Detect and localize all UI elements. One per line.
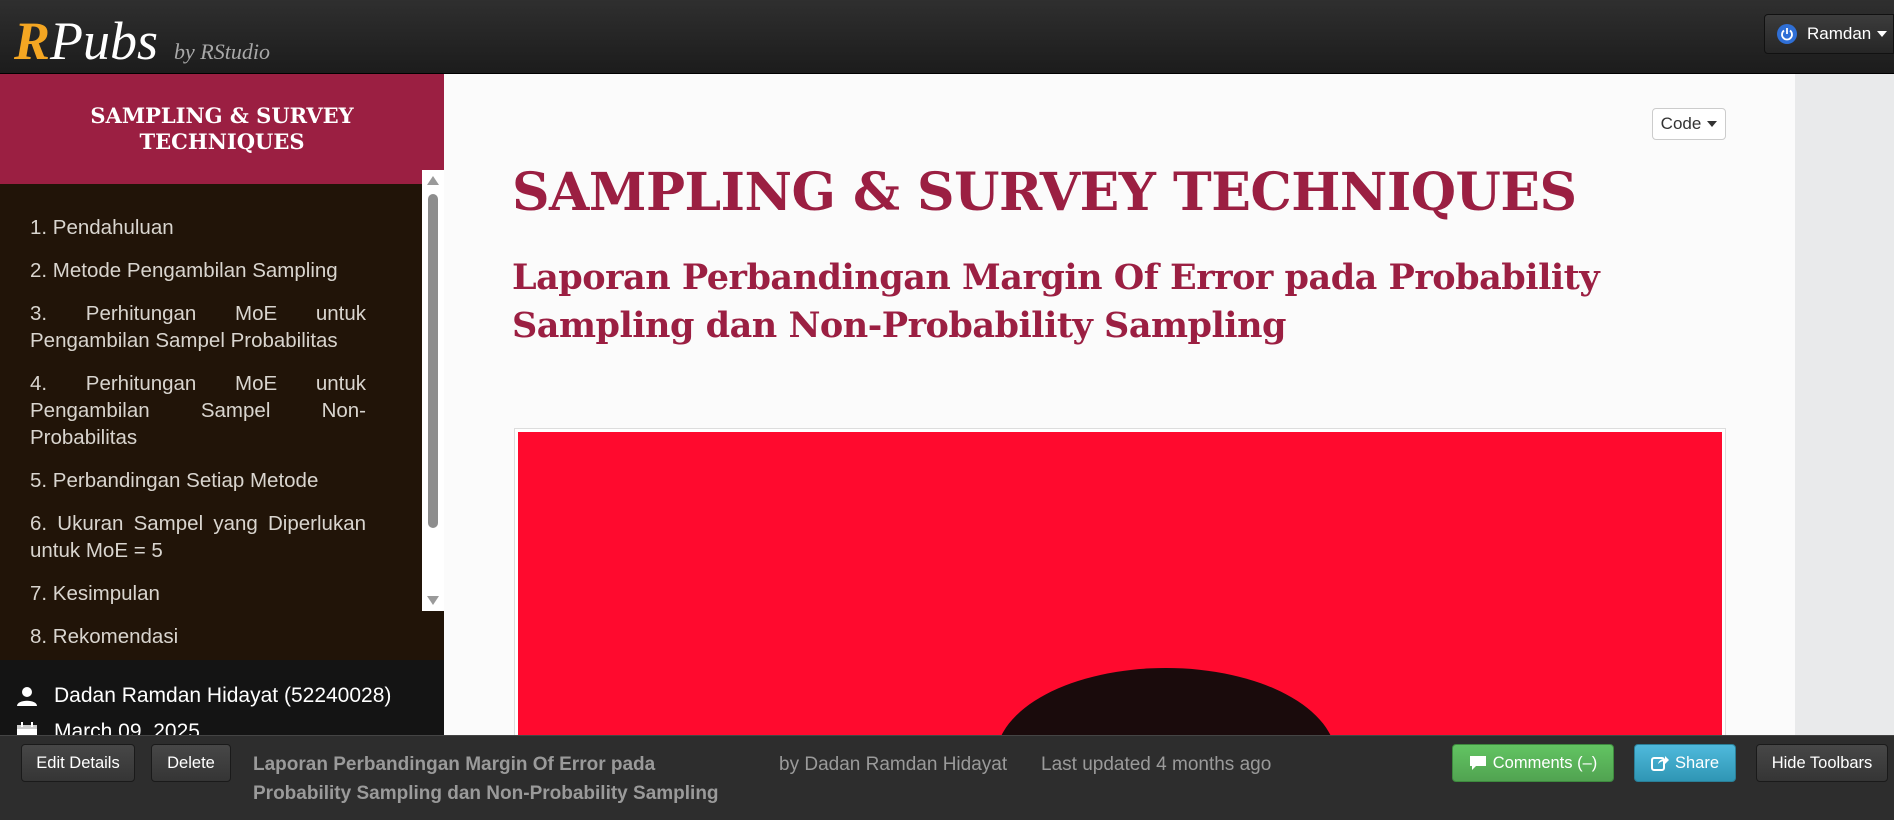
- toc-item-ukuran-sampel[interactable]: 6. Ukuran Sampel yang Diperlukan untuk M…: [0, 510, 422, 564]
- scroll-down-arrow-icon[interactable]: [427, 596, 439, 605]
- comments-label: Comments (–): [1492, 753, 1598, 772]
- portrait-silhouette: [996, 668, 1336, 735]
- toc-item-moe-probabilitas[interactable]: 3. Perhitungan MoE untuk Pengambilan Sam…: [0, 300, 422, 354]
- toolbar-last-updated: Last updated 4 months ago: [1041, 754, 1272, 775]
- document-main: Code SAMPLING & SURVEY TECHNIQUES Lapora…: [444, 74, 1795, 735]
- brand-by-rstudio: by RStudio: [174, 39, 270, 64]
- toc-item-pendahuluan[interactable]: 1. Pendahuluan: [0, 214, 422, 241]
- code-button-label: Code: [1660, 114, 1702, 133]
- right-gutter: [1795, 74, 1894, 735]
- top-navbar: RPubs by RStudio Ramdan: [0, 0, 1894, 74]
- hide-toolbars-button[interactable]: Hide Toolbars: [1756, 744, 1888, 782]
- author-row: Dadan Ramdan Hidayat (52240028): [14, 684, 391, 708]
- header-image-content: [518, 432, 1722, 735]
- toc-header[interactable]: SAMPLING & SURVEY TECHNIQUES: [0, 74, 444, 184]
- header-image: [514, 428, 1726, 735]
- share-label: Share: [1674, 753, 1720, 772]
- comment-icon: [1469, 755, 1487, 771]
- toc-item-perbandingan[interactable]: 5. Perbandingan Setiap Metode: [0, 467, 422, 494]
- author-name: Dadan Ramdan Hidayat (52240028): [54, 684, 392, 707]
- rpubs-logo[interactable]: RPubs by RStudio: [14, 10, 270, 72]
- scrollbar-thumb[interactable]: [428, 194, 438, 528]
- power-icon: [1777, 24, 1797, 44]
- edit-details-button[interactable]: Edit Details: [21, 744, 135, 782]
- user-icon: [14, 685, 40, 707]
- author-info: Dadan Ramdan Hidayat (52240028) March 09…: [0, 660, 444, 743]
- toolbar-doc-title: Laporan Perbandingan Margin Of Error pad…: [253, 754, 719, 804]
- document-subtitle: Laporan Perbandingan Margin Of Error pad…: [512, 257, 1600, 346]
- toc-scrollbar[interactable]: [422, 170, 444, 611]
- delete-button[interactable]: Delete: [151, 744, 231, 782]
- chevron-down-icon: [1877, 31, 1888, 37]
- brand-r: R: [14, 11, 51, 71]
- toc-item-kesimpulan[interactable]: 7. Kesimpulan: [0, 580, 422, 607]
- toolbar-author: by Dadan Ramdan Hidayat: [779, 754, 1008, 775]
- toc-sidebar: SAMPLING & SURVEY TECHNIQUES 1. Pendahul…: [0, 74, 444, 660]
- scroll-up-arrow-icon[interactable]: [427, 176, 439, 185]
- code-dropdown-button[interactable]: Code: [1652, 108, 1726, 140]
- toc-item-moe-non-probabilitas[interactable]: 4. Perhitungan MoE untuk Pengambilan Sam…: [0, 370, 422, 451]
- brand-pubs: Pubs: [50, 11, 159, 71]
- share-button[interactable]: Share: [1634, 744, 1736, 782]
- share-icon: [1650, 755, 1669, 771]
- bottom-toolbar: Edit Details Delete Laporan Perbandingan…: [0, 735, 1894, 820]
- toc-list: 1. Pendahuluan 2. Metode Pengambilan Sam…: [0, 184, 422, 645]
- chevron-down-icon: [1707, 121, 1718, 127]
- user-name: Ramdan: [1807, 24, 1872, 43]
- document-title: SAMPLING & SURVEY TECHNIQUES: [512, 162, 1577, 223]
- user-menu-button[interactable]: Ramdan: [1764, 14, 1894, 54]
- toc-item-metode[interactable]: 2. Metode Pengambilan Sampling: [0, 257, 422, 284]
- toc-item-rekomendasi[interactable]: 8. Rekomendasi: [0, 623, 422, 645]
- comments-button[interactable]: Comments (–): [1452, 744, 1614, 782]
